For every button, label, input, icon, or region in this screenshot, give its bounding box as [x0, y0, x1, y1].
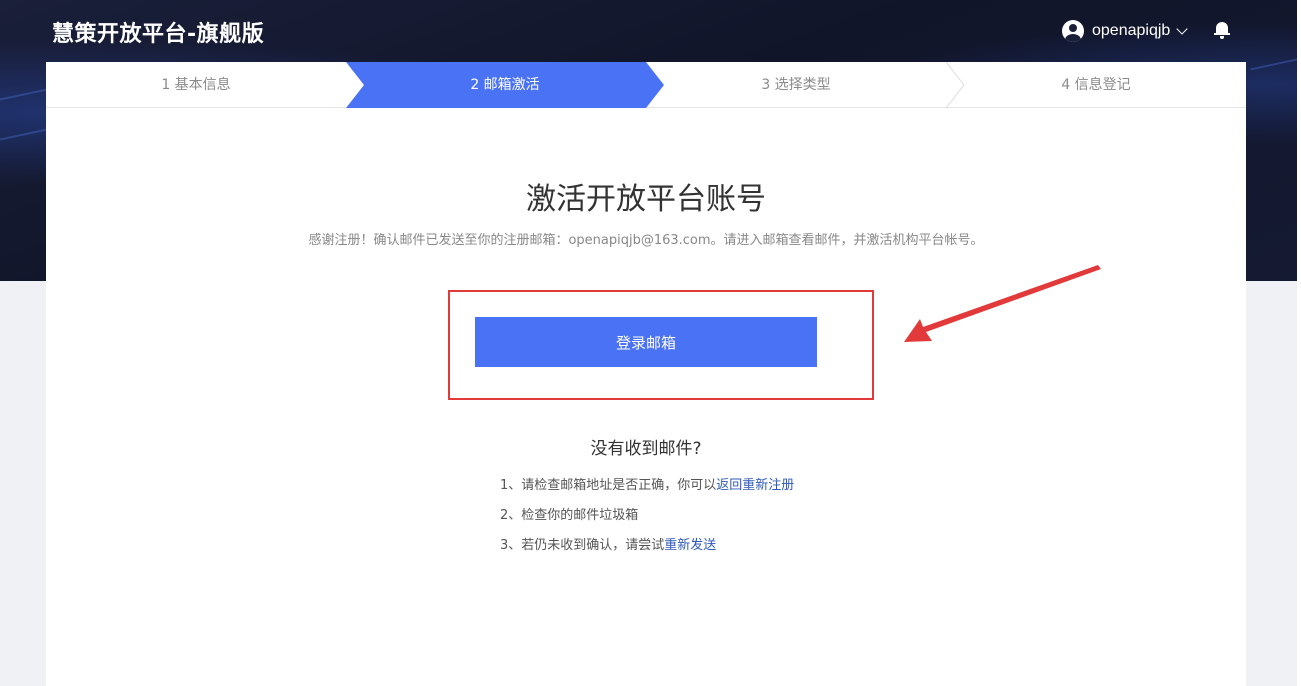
window-edge	[1297, 0, 1301, 686]
re-register-link[interactable]: 返回重新注册	[716, 478, 794, 493]
help-tips: 1、请检查邮箱地址是否正确，你可以返回重新注册 2、检查你的邮件垃圾箱 3、若仍…	[500, 476, 794, 566]
tip-text: 1、请检查邮箱地址是否正确，你可以	[500, 478, 717, 493]
tip-item: 2、检查你的邮件垃圾箱	[500, 506, 794, 536]
user-menu[interactable]: openapiqjb	[1062, 20, 1188, 42]
page-subtitle: 感谢注册！确认邮件已发送至你的注册邮箱：openapiqjb@163.com。请…	[308, 233, 984, 248]
step-label: 2 邮箱激活	[470, 77, 540, 93]
step-label: 3 选择类型	[761, 77, 831, 93]
red-arrow-annotation	[904, 265, 1101, 342]
tip-item: 1、请检查邮箱地址是否正确，你可以返回重新注册	[500, 476, 794, 506]
brand-title: 慧策开放平台-旗舰版	[52, 22, 265, 47]
login-mailbox-button[interactable]: 登录邮箱	[475, 317, 817, 367]
step-email-activation: 2 邮箱激活	[346, 62, 664, 108]
step-select-type: 3 选择类型	[646, 62, 946, 108]
page-title: 激活开放平台账号	[526, 182, 766, 217]
main-panel: 1 基本信息 2 邮箱激活 3 选择类型 4 信息登记 激活开放平台账号 感谢注…	[46, 62, 1246, 686]
top-bar: 慧策开放平台-旗舰版 openapiqjb	[0, 0, 1301, 62]
step-basic-info: 1 基本信息	[46, 62, 346, 108]
tip-text: 3、若仍未收到确认，请尝试	[500, 538, 665, 553]
username: openapiqjb	[1092, 22, 1171, 39]
resend-link[interactable]: 重新发送	[664, 538, 716, 553]
step-label: 1 基本信息	[161, 77, 231, 93]
no-mail-title: 没有收到邮件?	[590, 439, 702, 459]
step-progress: 1 基本信息 2 邮箱激活 3 选择类型 4 信息登记	[46, 62, 1246, 108]
step-info-register: 4 信息登记	[946, 62, 1246, 108]
user-avatar-icon	[1062, 20, 1084, 42]
chevron-down-icon	[1176, 23, 1188, 35]
step-label: 4 信息登记	[1061, 77, 1131, 93]
tip-text: 2、检查你的邮件垃圾箱	[500, 508, 639, 523]
tip-item: 3、若仍未收到确认，请尝试重新发送	[500, 536, 794, 566]
bell-icon[interactable]	[1214, 20, 1230, 40]
